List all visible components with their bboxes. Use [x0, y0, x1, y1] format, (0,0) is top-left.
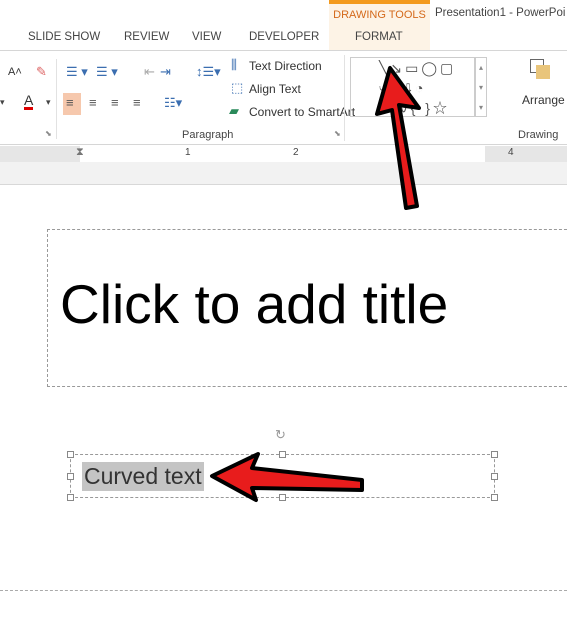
arrow-up-annotation	[375, 66, 421, 210]
arrow-left-annotation	[210, 452, 364, 502]
annotation-arrows	[210, 66, 421, 502]
